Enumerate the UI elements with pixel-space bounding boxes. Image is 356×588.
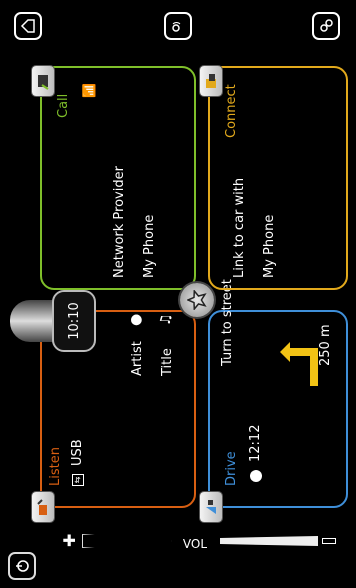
- music-note-icon: ♫: [158, 313, 174, 326]
- volume-slider-track[interactable]: [82, 534, 172, 548]
- clock-dome: [10, 300, 56, 342]
- drive-tab-button[interactable]: [200, 492, 222, 522]
- volume-control[interactable]: ✚ VOL: [60, 530, 340, 551]
- connect-line1: Link to car with: [232, 177, 247, 278]
- volume-fill: [220, 536, 318, 546]
- call-line1: Network Provider: [112, 166, 127, 278]
- volume-minus-icon[interactable]: [322, 538, 336, 544]
- turn-arrow-icon: [280, 326, 320, 386]
- call-panel[interactable]: Call 📶 Network Provider My Phone: [32, 66, 196, 290]
- clock-icon: [250, 470, 262, 482]
- connect-header: Connect: [224, 84, 239, 138]
- power-icon[interactable]: [8, 552, 36, 580]
- title-label: Title: [160, 348, 175, 376]
- connect-line2: My Phone: [262, 214, 277, 278]
- signal-icon: 📶: [82, 83, 96, 98]
- rotated-ui: ✚ VOL Listen ⇆ USB Artist ● Title ♫ Driv…: [0, 0, 356, 588]
- voice-icon[interactable]: [164, 12, 192, 40]
- clock-time: 10:10: [66, 302, 82, 340]
- listen-header: Listen: [48, 447, 63, 486]
- drive-panel[interactable]: Drive 12:12 Turn to street 250 m: [200, 279, 348, 522]
- listen-tab-button[interactable]: [32, 492, 54, 522]
- drive-instruction: Turn to street: [220, 279, 235, 366]
- drive-header: Drive: [224, 451, 239, 486]
- volume-label: VOL: [182, 536, 208, 551]
- call-tab-button[interactable]: [32, 66, 54, 96]
- drive-time: 12:12: [248, 424, 263, 462]
- home-icon[interactable]: [14, 12, 42, 40]
- artist-icon: ●: [128, 313, 144, 326]
- connect-tab-button[interactable]: [200, 66, 222, 96]
- clock-display: 10:10: [52, 290, 96, 352]
- volume-plus-icon[interactable]: ✚: [60, 534, 79, 547]
- usb-icon: ⇆: [72, 474, 84, 486]
- favorite-star-button[interactable]: [180, 283, 214, 317]
- connect-panel[interactable]: Connect Link to car with My Phone: [200, 66, 348, 290]
- screen: ✚ VOL Listen ⇆ USB Artist ● Title ♫ Driv…: [0, 0, 356, 588]
- call-header: Call: [56, 93, 71, 118]
- call-line2: My Phone: [142, 214, 157, 278]
- listen-source: USB: [70, 439, 85, 466]
- artist-label: Artist: [130, 341, 145, 376]
- drive-distance: 250 m: [318, 324, 333, 366]
- settings-icon[interactable]: [312, 12, 340, 40]
